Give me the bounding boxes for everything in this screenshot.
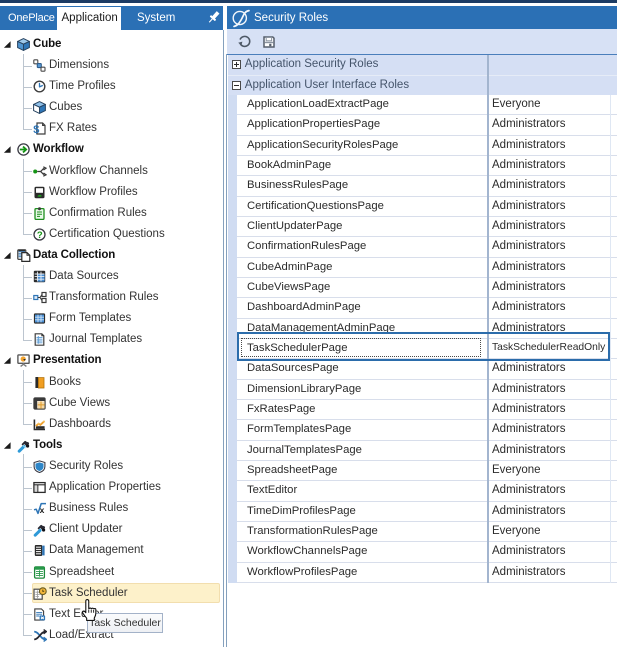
svg-text:$: $ (33, 124, 39, 135)
svg-text:?: ? (37, 230, 43, 241)
svg-text:x: x (40, 505, 45, 515)
